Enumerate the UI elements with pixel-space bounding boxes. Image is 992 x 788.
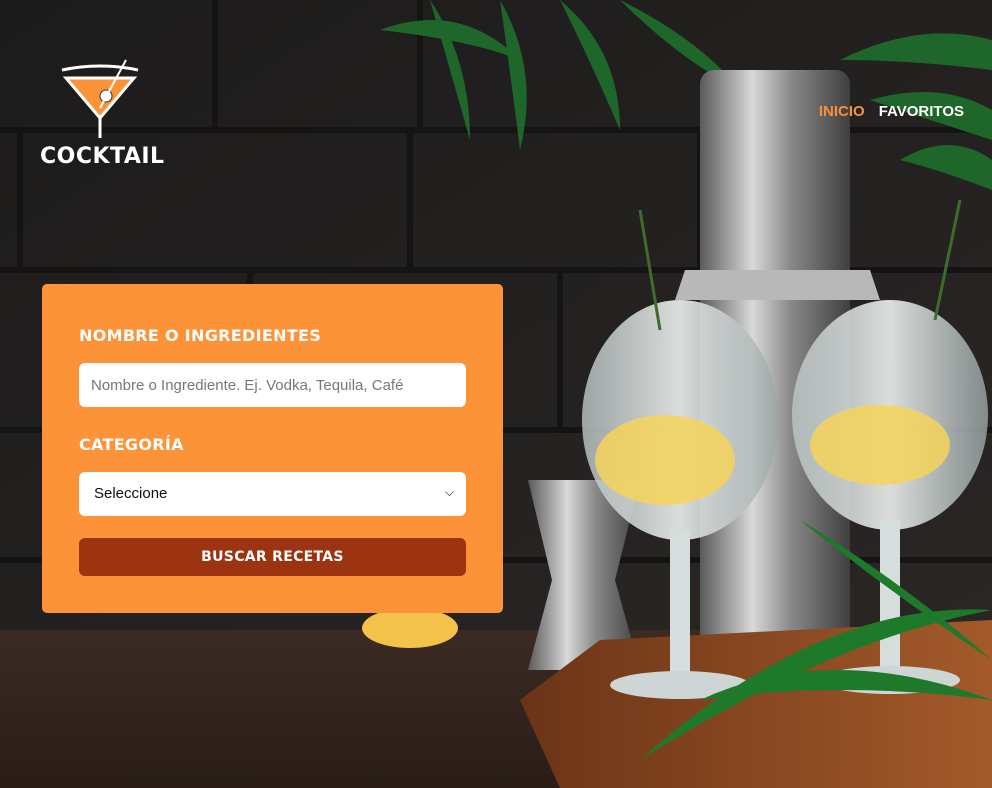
- main-nav: INICIO FAVORITOS: [819, 103, 964, 120]
- site-header: COCKTAIL INICIO FAVORITOS: [0, 0, 992, 180]
- search-form: NOMBRE O INGREDIENTES CATEGORÍA Seleccio…: [42, 284, 503, 613]
- brand-name: COCKTAIL: [40, 144, 165, 169]
- nav-link-inicio[interactable]: INICIO: [819, 103, 865, 120]
- chevron-down-icon: ⌵: [444, 485, 454, 499]
- nav-link-favoritos[interactable]: FAVORITOS: [879, 103, 964, 120]
- category-selected-value: Seleccione: [94, 485, 168, 502]
- name-or-ingredient-input[interactable]: [79, 363, 466, 407]
- search-recipes-button[interactable]: BUSCAR RECETAS: [79, 538, 466, 576]
- name-field-label: NOMBRE O INGREDIENTES: [79, 326, 322, 345]
- brand-logo[interactable]: COCKTAIL: [40, 58, 165, 169]
- category-field-label: CATEGORÍA: [79, 435, 184, 454]
- martini-glass-icon: [61, 59, 139, 138]
- category-select[interactable]: Seleccione ⌵: [79, 472, 466, 516]
